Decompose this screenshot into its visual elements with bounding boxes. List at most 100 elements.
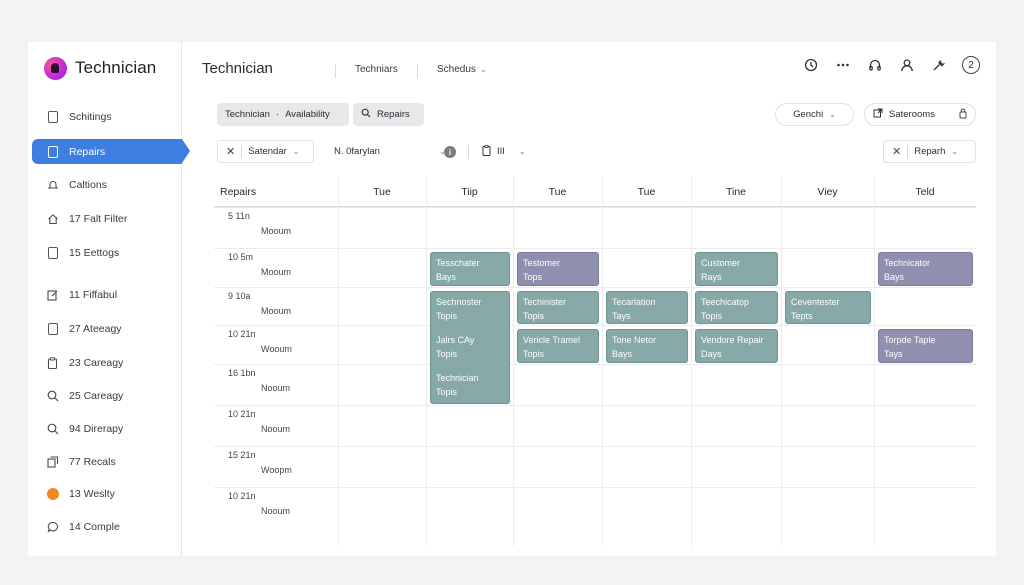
event-text — [436, 361, 505, 372]
sidebar-item-11-fiffabul[interactable]: 11 Fiffabul — [32, 284, 182, 306]
grid-column-line — [691, 176, 692, 546]
day-column-header[interactable]: Teld — [874, 176, 976, 207]
sidebar-item-label: 23 Careagy — [69, 357, 124, 369]
brand[interactable]: Technician — [44, 55, 156, 81]
close-icon[interactable]: ✕ — [892, 145, 901, 158]
grid-column-line — [874, 176, 875, 546]
close-icon[interactable]: ✕ — [226, 145, 235, 158]
repair-event[interactable]: Torpde Taple Tays — [878, 329, 973, 363]
sidebar-item-13-weslty[interactable]: 13 Weslty — [32, 483, 182, 505]
day-column-header[interactable]: Tiip — [426, 176, 513, 207]
sidebar-item-repairs[interactable]: Repairs — [32, 139, 190, 164]
event-text: Tecarlation — [612, 297, 656, 307]
technician-availability-filter[interactable]: Technician · Availability — [217, 103, 349, 126]
divider — [468, 145, 469, 159]
grid-column-line — [338, 176, 339, 546]
day-column-header[interactable]: Tue — [513, 176, 602, 207]
time-slot-subtitle: Wooum — [261, 344, 292, 354]
sidebar-item-schitings[interactable]: Schitings — [32, 106, 182, 128]
grid-column-line — [602, 176, 603, 546]
app-logo-icon — [44, 56, 67, 80]
sidebar-item-label: 27 Ateeagy — [69, 323, 122, 335]
lock-icon — [959, 108, 967, 122]
satendar-label: Satendar — [248, 146, 287, 157]
search-icon — [361, 108, 371, 121]
time-slot-subtitle: Nooum — [261, 424, 291, 434]
sidebar-item-14-comple[interactable]: 14 Comple — [32, 516, 182, 538]
event-text: Torpde Taple — [884, 335, 936, 345]
view-dropdown[interactable]: III ⌄ — [474, 140, 534, 163]
wrench-icon[interactable] — [930, 56, 948, 74]
ofarylan-dropdown[interactable]: N. 0farylan ⌄ — [326, 140, 454, 163]
satendar-filter[interactable]: ✕ Satendar ⌄ — [217, 140, 314, 163]
sidebar-item-17-falt-filter[interactable]: 17 Falt Filter — [32, 208, 182, 230]
repair-event[interactable]: Technicator Bays — [878, 252, 973, 286]
time-slot-time: 15 21n — [228, 450, 256, 460]
time-slot-time: 5 11n — [228, 211, 250, 221]
app-window: Technician Schitings Repairs Caltions 17 Fa… — [28, 42, 996, 556]
repair-event[interactable]: Techinister Topis — [517, 291, 599, 324]
chevron-down-icon: ⌄ — [518, 147, 526, 156]
clipboard-icon — [482, 144, 491, 159]
repair-event[interactable]: Vericle Tramel Topis — [517, 329, 599, 363]
day-column-header[interactable]: Viey — [781, 176, 874, 207]
grid-row-line — [214, 446, 976, 447]
genchi-dropdown[interactable]: Genchi ⌄ — [775, 103, 854, 126]
repair-event[interactable]: Tone Netor Bays — [606, 329, 688, 363]
repair-event[interactable]: Vendore Repair Days — [695, 329, 778, 363]
separator-dot: · — [275, 109, 280, 120]
sidebar-item-label: 11 Fiffabul — [69, 289, 118, 301]
event-text: Tops — [523, 271, 543, 282]
sidebar-item-15-eettogs[interactable]: 15 Eettogs — [32, 242, 182, 264]
day-column-header[interactable]: Tine — [691, 176, 781, 207]
repair-event[interactable]: Testomer Tops — [517, 252, 599, 286]
event-text: Bays — [884, 271, 905, 282]
event-text: Customer — [701, 258, 741, 268]
event-text: Topis — [523, 348, 545, 359]
sidebar-item-25-careagy[interactable]: 25 Careagy — [32, 385, 182, 407]
event-text: Technician — [436, 373, 479, 383]
sidebar-item-27-ateeagy[interactable]: 27 Ateeagy — [32, 318, 182, 340]
copy-icon — [46, 456, 59, 469]
event-text: Bays — [436, 271, 457, 282]
sidebar-item-23-careagy[interactable]: 23 Careagy — [32, 352, 182, 374]
event-text: Jalrs CAy — [436, 335, 475, 345]
event-text: Topis — [436, 310, 458, 321]
repair-event[interactable]: Ceventester Tepts — [785, 291, 871, 324]
calendar-corner-label: Repairs — [220, 185, 257, 198]
notification-badge[interactable]: 2 — [962, 56, 980, 74]
headset-icon[interactable] — [866, 56, 884, 74]
grid-row-line — [214, 405, 976, 406]
day-column-header[interactable]: Tue — [602, 176, 691, 207]
tab-techniars[interactable]: Techniars — [355, 64, 398, 75]
repair-event[interactable]: Sechnoster Topis Jalrs CAy Topis Technician T… — [430, 291, 510, 404]
event-text: Ceventester — [791, 297, 840, 307]
repair-event[interactable]: Teechicatop Topis — [695, 291, 778, 324]
repair-event[interactable]: Tesschater Bays — [430, 252, 510, 286]
chat-icon — [46, 521, 59, 534]
user-icon[interactable] — [898, 56, 916, 74]
repairs-search-button[interactable]: Repairs — [353, 103, 424, 126]
repair-event[interactable]: Customer Rays — [695, 252, 778, 286]
grid-column-line — [513, 176, 514, 546]
repair-event[interactable]: Tecarlation Tays — [606, 291, 688, 324]
divider — [241, 145, 243, 158]
info-icon[interactable]: i — [444, 146, 456, 158]
more-icon[interactable] — [834, 56, 852, 74]
reparh-filter[interactable]: ✕ Reparh ⌄ — [883, 140, 976, 163]
event-text: Teechicatop — [701, 297, 750, 307]
sidebar-item-94-direrapy[interactable]: 94 Direrapy — [32, 418, 182, 440]
day-column-header[interactable]: Tue — [338, 176, 426, 207]
search-icon — [46, 423, 59, 436]
sidebar-item-label: 25 Careagy — [69, 390, 124, 402]
sidebar-item-caltions[interactable]: Caltions — [32, 174, 182, 196]
grid-row-line — [214, 248, 976, 249]
grid-row-line — [214, 207, 976, 208]
saterooms-button[interactable]: Saterooms — [864, 103, 976, 126]
app-name: Technician — [75, 58, 157, 77]
event-text: Sechnoster — [436, 297, 482, 307]
event-text: Topis — [436, 348, 458, 359]
sidebar-item-77-recals[interactable]: 77 Recals — [32, 451, 182, 473]
clock-icon[interactable] — [802, 56, 820, 74]
tab-schedus[interactable]: Schedus ⌄ — [437, 64, 487, 75]
